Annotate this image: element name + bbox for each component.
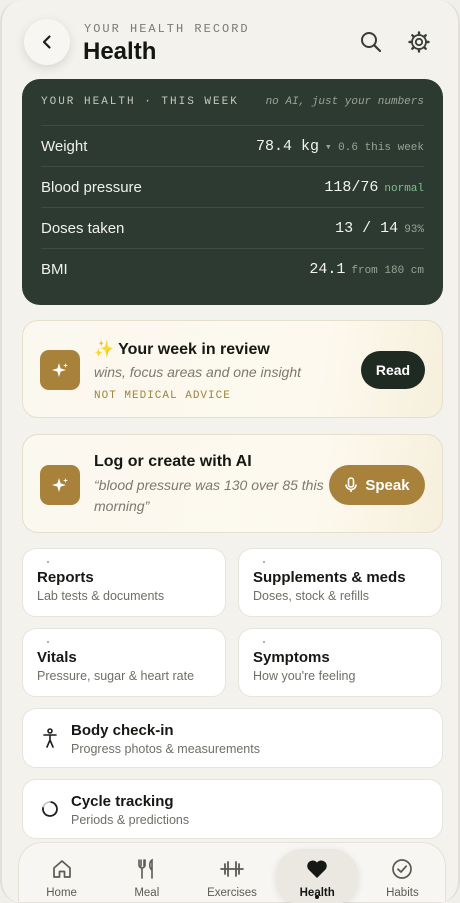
supplements-tile[interactable]: Supplements & meds Doses, stock & refill…	[238, 548, 442, 617]
dumbbell-icon	[220, 857, 244, 881]
cycle-icon	[39, 798, 61, 820]
sparkle-tile	[40, 350, 80, 390]
row-subtitle: Periods & predictions	[71, 813, 190, 827]
log-title: Log or create with AI	[94, 453, 252, 470]
stat-row-weight[interactable]: Weight 78.4 kg ▾ 0.6 this week	[41, 125, 424, 166]
stat-sub: from 180 cm	[351, 264, 424, 277]
nav-label: Meal	[134, 887, 160, 899]
heart-icon	[306, 857, 328, 881]
stat-row-bmi[interactable]: BMI 24.1 from 180 cm	[41, 248, 424, 289]
tile-subtitle: Pressure, sugar & heart rate	[37, 669, 195, 683]
sparkle-tile	[40, 465, 80, 505]
speak-button[interactable]: Speak	[329, 465, 425, 505]
stats-heading: YOUR HEALTH · THIS WEEK	[41, 96, 239, 108]
nav-item-health[interactable]: Health	[275, 843, 360, 903]
reports-tile[interactable]: Reports Lab tests & documents	[22, 548, 226, 617]
stat-label: Weight	[41, 137, 88, 155]
vitals-tile[interactable]: Vitals Pressure, sugar & heart rate	[22, 628, 226, 697]
speak-label: Speak	[365, 476, 410, 494]
weekly-stats-card: YOUR HEALTH · THIS WEEK no AI, just your…	[22, 79, 443, 305]
log-example: “blood pressure was 130 over 85 this mor…	[94, 477, 324, 514]
back-button[interactable]	[24, 19, 70, 65]
tile-dot	[263, 641, 265, 643]
nav-item-exercises[interactable]: Exercises	[189, 843, 274, 902]
review-title: ✨ Your week in review	[94, 341, 270, 358]
stat-value: 118/76	[324, 178, 379, 196]
tile-dot	[263, 561, 265, 563]
tile-subtitle: How you're feeling	[253, 669, 356, 683]
nav-label: Exercises	[207, 887, 257, 899]
stat-value: 13 / 14	[335, 219, 399, 237]
bottom-nav: Home Meal Exercises Health Habits	[18, 842, 446, 903]
search-button[interactable]	[358, 29, 384, 55]
stat-row-blood-pressure[interactable]: Blood pressure 118/76 normal	[41, 166, 424, 207]
body-checkin-row[interactable]: Body check-in Progress photos & measurem…	[22, 708, 443, 768]
disclaimer-tag: NOT MEDICAL ADVICE	[94, 390, 231, 402]
tile-subtitle: Lab tests & documents	[37, 589, 165, 603]
read-button[interactable]: Read	[361, 351, 425, 389]
tile-title: Vitals	[37, 649, 77, 666]
cycle-tracking-row[interactable]: Cycle tracking Periods & predictions	[22, 779, 443, 839]
gear-icon	[408, 31, 430, 53]
stat-sub: ▾ 0.6 this week	[324, 141, 424, 154]
stat-label: BMI	[41, 260, 68, 278]
fork-knife-icon	[137, 857, 156, 881]
nav-label: Habits	[386, 887, 419, 899]
status-badge: normal	[384, 182, 424, 195]
page-title: Health	[83, 38, 157, 65]
check-circle-icon	[391, 857, 413, 881]
row-subtitle: Progress photos & measurements	[71, 742, 260, 756]
nav-item-meal[interactable]: Meal	[104, 843, 189, 902]
nav-item-habits[interactable]: Habits	[360, 843, 445, 902]
sparkle-icon	[52, 363, 68, 377]
tile-title: Symptoms	[253, 649, 330, 666]
microphone-icon	[345, 477, 358, 492]
tile-dot	[47, 561, 49, 563]
stats-note: no AI, just your numbers	[265, 96, 424, 108]
review-subtitle: wins, focus areas and one insight	[94, 364, 302, 380]
symptoms-tile[interactable]: Symptoms How you're feeling	[238, 628, 442, 697]
stat-row-doses[interactable]: Doses taken 13 / 14 93%	[41, 207, 424, 248]
tile-subtitle: Doses, stock & refills	[253, 589, 370, 603]
tile-dot	[47, 641, 49, 643]
tile-title: Supplements & meds	[253, 569, 406, 586]
chevron-left-icon	[42, 35, 51, 49]
search-icon	[361, 32, 382, 53]
page-eyebrow: YOUR HEALTH RECORD	[84, 22, 250, 36]
stat-value: 78.4 kg	[255, 137, 319, 155]
settings-button[interactable]	[406, 29, 432, 55]
stat-label: Doses taken	[41, 219, 125, 237]
home-icon	[51, 857, 73, 881]
tile-title: Reports	[37, 569, 94, 586]
nav-label: Home	[46, 887, 77, 899]
person-icon	[39, 727, 61, 749]
nav-item-home[interactable]: Home	[19, 843, 104, 902]
row-title: Cycle tracking	[71, 793, 174, 810]
sparkle-icon	[52, 478, 68, 492]
row-title: Body check-in	[71, 722, 174, 739]
phone-screen: YOUR HEALTH RECORD Health YOUR HEALTH · …	[0, 0, 460, 903]
week-review-card[interactable]: ✨ Your week in review wins, focus areas …	[22, 320, 443, 418]
stat-label: Blood pressure	[41, 178, 142, 196]
stat-sub: 93%	[404, 223, 424, 236]
stat-value: 24.1	[309, 260, 346, 278]
ai-log-card[interactable]: Log or create with AI “blood pressure wa…	[22, 434, 443, 533]
